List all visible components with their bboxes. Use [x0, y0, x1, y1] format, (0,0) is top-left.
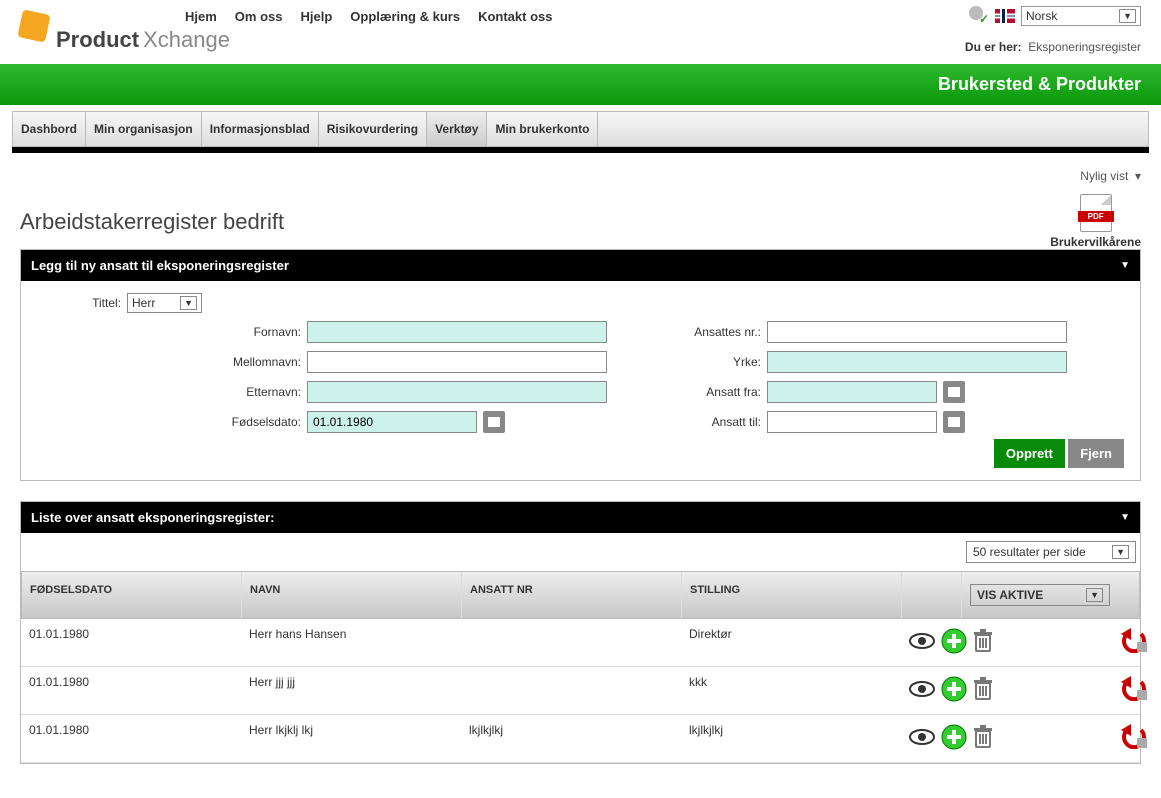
undo-icon[interactable]	[1119, 724, 1149, 753]
table-header: FØDSELSDATO NAVN ANSATT NR STILLING VIS …	[21, 571, 1140, 619]
chevron-down-icon: ▼	[1086, 588, 1103, 602]
tittel-value: Herr	[132, 296, 155, 310]
results-per-page-value: 50 resultater per side	[973, 545, 1086, 559]
label-ansatt-fra: Ansatt fra:	[607, 385, 767, 399]
table-row: 01.01.1980Herr hans Hansen Direktør	[21, 619, 1140, 667]
results-per-page-select[interactable]: 50 resultater per side ▼	[966, 541, 1136, 563]
employee-list-head[interactable]: Liste over ansatt eksponeringsregister: …	[21, 502, 1140, 533]
nav-opplaering[interactable]: Opplæring & kurs	[350, 9, 460, 24]
logo-icon	[17, 9, 50, 42]
calendar-icon[interactable]	[943, 411, 965, 433]
list-heading-text: Liste over ansatt eksponeringsregister:	[31, 510, 274, 525]
language-value: Norsk	[1026, 9, 1057, 23]
tab-risikovurdering[interactable]: Risikovurdering	[319, 112, 427, 146]
col-pos[interactable]: STILLING	[682, 572, 902, 618]
caret-down-icon: ▼	[1120, 260, 1130, 271]
employee-list-panel: Liste over ansatt eksponeringsregister: …	[20, 501, 1141, 764]
chevron-down-icon: ▼	[180, 296, 197, 310]
view-icon[interactable]	[909, 632, 935, 653]
cell-name: Herr hans Hansen	[241, 619, 461, 666]
table-row: 01.01.1980Herr lkjklj lkjlkjlkjlkjlkjlkj…	[21, 715, 1140, 763]
top-nav: Hjem Om oss Hjelp Opplæring & kurs Konta…	[185, 9, 552, 24]
nav-hjelp[interactable]: Hjelp	[300, 9, 332, 24]
vis-aktive-select[interactable]: VIS AKTIVE ▼	[970, 584, 1110, 606]
pdf-label: Brukervilkårene	[1050, 235, 1141, 249]
cell-dob: 01.01.1980	[21, 715, 241, 762]
add-employee-panel: Legg til ny ansatt til eksponeringsregis…	[20, 249, 1141, 481]
chevron-down-icon: ▼	[1112, 545, 1129, 559]
page-title: Arbeidstakerregister bedrift	[20, 209, 284, 235]
user-status-icon	[967, 6, 989, 26]
mellomnavn-input[interactable]	[307, 351, 607, 373]
cell-pos: lkjlkjlkj	[681, 715, 901, 762]
recent-label: Nylig vist	[1080, 169, 1128, 183]
logo: ProductXchange	[20, 26, 230, 54]
breadcrumb-value: Eksponeringsregister	[1028, 40, 1141, 54]
language-select[interactable]: Norsk ▼	[1021, 6, 1141, 26]
calendar-icon[interactable]	[943, 381, 965, 403]
col-name[interactable]: NAVN	[242, 572, 462, 618]
tab-min-brukerkonto[interactable]: Min brukerkonto	[487, 112, 598, 146]
cell-name: Herr lkjklj lkj	[241, 715, 461, 762]
cell-dob: 01.01.1980	[21, 667, 241, 714]
col-actions	[902, 572, 962, 618]
col-empno[interactable]: ANSATT NR	[462, 572, 682, 618]
ansatt-til-input[interactable]	[767, 411, 937, 433]
tab-verktoy[interactable]: Verktøy	[427, 112, 487, 146]
recent-viewed[interactable]: Nylig vist ▾	[20, 163, 1141, 189]
tittel-select[interactable]: Herr ▼	[127, 293, 202, 313]
green-bar: Brukersted & Produkter	[0, 64, 1161, 105]
nav-hjem[interactable]: Hjem	[185, 9, 217, 24]
add-employee-panel-head[interactable]: Legg til ny ansatt til eksponeringsregis…	[21, 250, 1140, 281]
pdf-icon	[1080, 194, 1112, 232]
main-tabs: Dashbord Min organisasjon Informasjonsbl…	[12, 111, 1149, 147]
flag-norway-icon	[995, 9, 1015, 23]
view-icon[interactable]	[909, 728, 935, 749]
caret-down-icon: ▼	[1120, 512, 1130, 523]
vis-aktive-value: VIS AKTIVE	[977, 588, 1043, 602]
cell-empno	[461, 619, 681, 666]
undo-icon[interactable]	[1119, 676, 1149, 705]
tab-informasjonsblad[interactable]: Informasjonsblad	[202, 112, 319, 146]
breadcrumb: Du er her: Eksponeringsregister	[965, 26, 1141, 54]
cell-name: Herr jjj jjj	[241, 667, 461, 714]
calendar-icon[interactable]	[483, 411, 505, 433]
green-bar-title: Brukersted & Produkter	[938, 74, 1141, 94]
fjern-button[interactable]: Fjern	[1068, 439, 1124, 468]
pdf-terms-link[interactable]: Brukervilkårene	[1050, 194, 1141, 249]
label-yrke: Yrke:	[607, 355, 767, 369]
fodselsdato-input[interactable]	[307, 411, 477, 433]
cell-pos: Direktør	[681, 619, 901, 666]
ansatt-fra-input[interactable]	[767, 381, 937, 403]
tab-min-organisasjon[interactable]: Min organisasjon	[86, 112, 202, 146]
logo-text-2: Xchange	[143, 27, 230, 53]
yrke-input[interactable]	[767, 351, 1067, 373]
label-fornavn: Fornavn:	[127, 325, 307, 339]
label-tittel: Tittel:	[27, 296, 127, 310]
breadcrumb-label: Du er her:	[965, 40, 1022, 54]
ansattes-nr-input[interactable]	[767, 321, 1067, 343]
cell-dob: 01.01.1980	[21, 619, 241, 666]
logo-text-1: Product	[56, 27, 139, 53]
label-mellomnavn: Mellomnavn:	[127, 355, 307, 369]
cell-pos: kkk	[681, 667, 901, 714]
nav-om-oss[interactable]: Om oss	[235, 9, 283, 24]
tab-dashbord[interactable]: Dashbord	[13, 112, 86, 146]
col-dob[interactable]: FØDSELSDATO	[22, 572, 242, 618]
table-row: 01.01.1980Herr jjj jjj kkk	[21, 667, 1140, 715]
label-ansattes-nr: Ansattes nr.:	[607, 325, 767, 339]
cell-empno: lkjlkjlkj	[461, 715, 681, 762]
view-icon[interactable]	[909, 680, 935, 701]
fornavn-input[interactable]	[307, 321, 607, 343]
chevron-down-icon: ▼	[1119, 9, 1136, 23]
label-ansatt-til: Ansatt til:	[607, 415, 767, 429]
etternavn-input[interactable]	[307, 381, 607, 403]
label-etternavn: Etternavn:	[127, 385, 307, 399]
label-fodselsdato: Fødselsdato:	[127, 415, 307, 429]
undo-icon[interactable]	[1119, 628, 1149, 657]
cell-empno	[461, 667, 681, 714]
opprett-button[interactable]: Opprett	[994, 439, 1065, 468]
panel-heading-text: Legg til ny ansatt til eksponeringsregis…	[31, 258, 289, 273]
nav-kontakt[interactable]: Kontakt oss	[478, 9, 552, 24]
